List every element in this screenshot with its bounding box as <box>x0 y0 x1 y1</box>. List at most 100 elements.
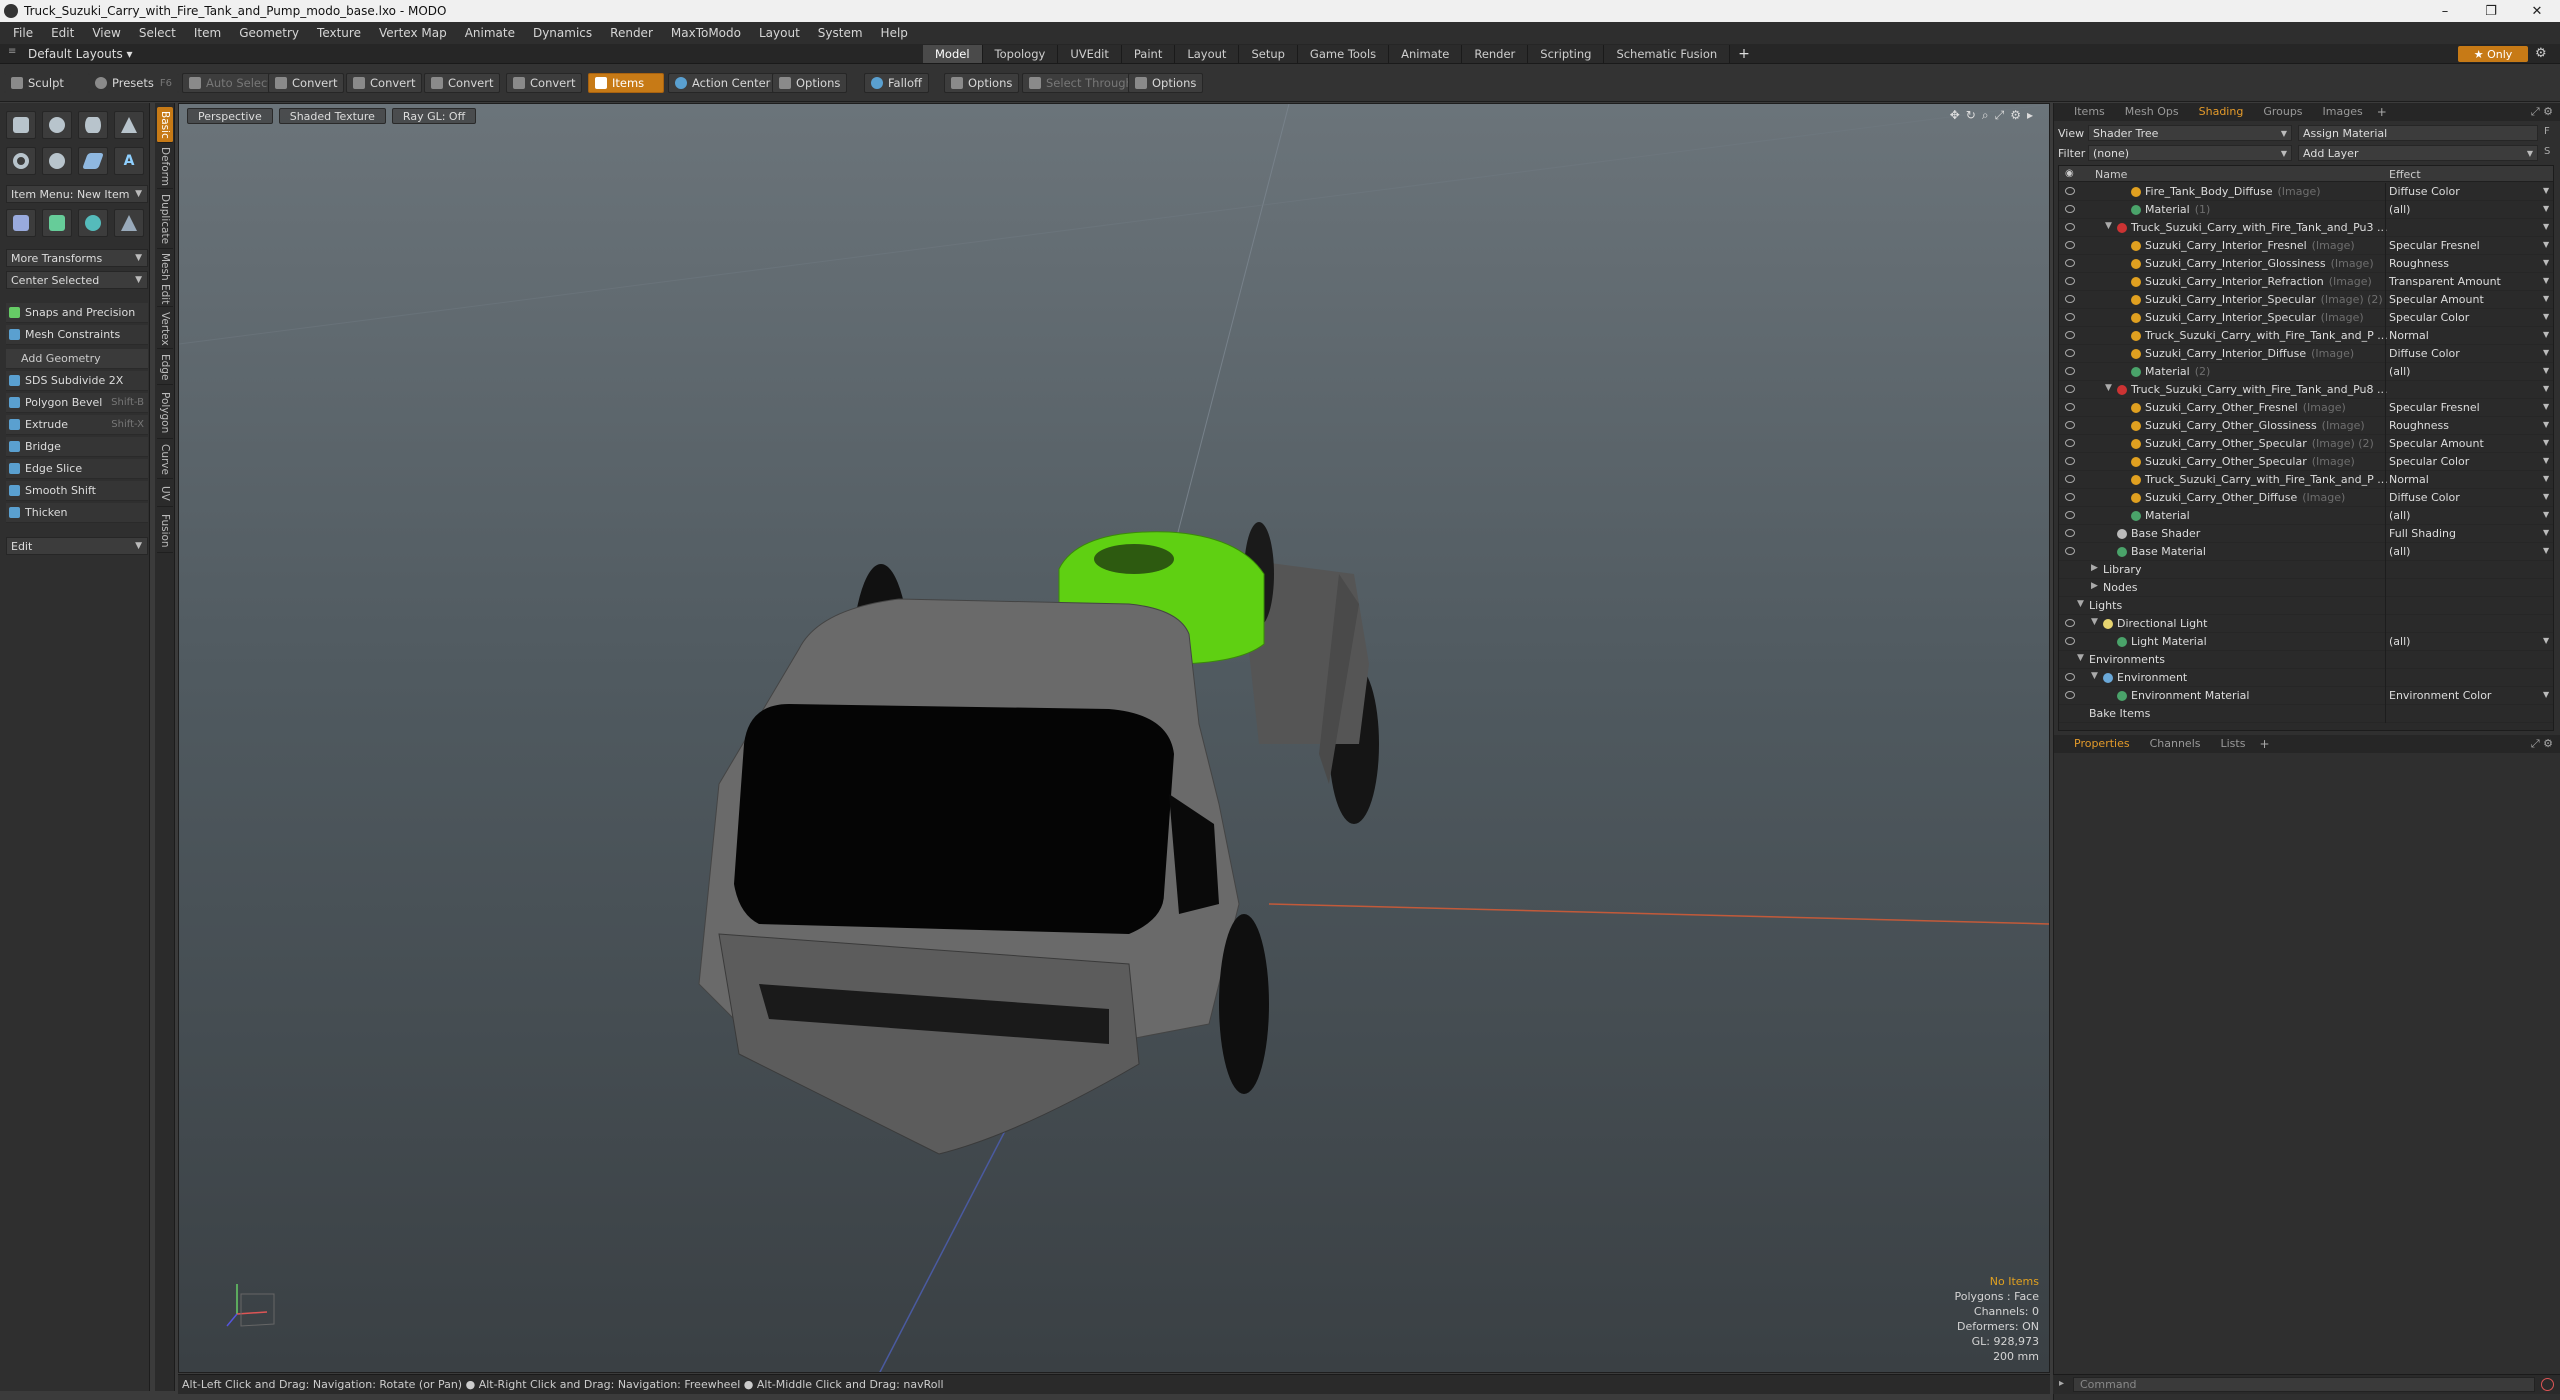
effect-chevron-down-icon[interactable]: ▼ <box>2543 690 2549 699</box>
snaps-and-precision-button[interactable]: Snaps and Precision <box>6 303 148 323</box>
effect-chevron-down-icon[interactable]: ▼ <box>2543 240 2549 249</box>
tool-edge-slice[interactable]: Edge Slice <box>6 459 148 479</box>
visibility-eye-icon[interactable] <box>2065 241 2075 249</box>
action-center-options-button[interactable]: Options <box>772 73 848 93</box>
add-layer-shortcut-icon[interactable]: S <box>2544 146 2550 157</box>
layer-effect[interactable]: Specular Color <box>2389 311 2539 324</box>
orbit-icon[interactable]: ↻ <box>1966 108 1976 123</box>
tab-game-tools[interactable]: Game Tools <box>1297 45 1390 63</box>
edit-dropdown[interactable]: Edit ▼ <box>6 537 148 555</box>
cylinder-icon[interactable] <box>78 111 108 139</box>
minimize-button[interactable]: – <box>2422 0 2468 22</box>
only-toggle-button[interactable]: ★ Only <box>2458 46 2528 62</box>
tab-shading[interactable]: Shading <box>2189 103 2254 121</box>
auto-select-button[interactable]: Auto Select <box>182 73 279 93</box>
menu-texture[interactable]: Texture <box>308 26 370 40</box>
menu-view[interactable]: View <box>83 26 129 40</box>
shader-tree-row[interactable]: ▼ Directional Light <box>2059 615 2553 633</box>
side-tab-duplicate[interactable]: Duplicate <box>157 191 173 249</box>
visibility-eye-icon[interactable] <box>2065 421 2075 429</box>
move-icon[interactable] <box>6 209 36 237</box>
shader-tree-row[interactable]: Suzuki_Carry_Other_Fresnel (Image) Specula… <box>2059 399 2553 417</box>
shader-tree-row[interactable]: Suzuki_Carry_Interior_Refraction (Image) T… <box>2059 273 2553 291</box>
menu-file[interactable]: File <box>4 26 42 40</box>
side-tab-basic[interactable]: Basic <box>157 107 173 143</box>
shader-tree-row[interactable]: ▶ Nodes <box>2059 579 2553 597</box>
effect-chevron-down-icon[interactable]: ▼ <box>2543 402 2549 411</box>
side-tab-deform[interactable]: Deform <box>157 145 173 189</box>
effect-chevron-down-icon[interactable]: ▼ <box>2543 348 2549 357</box>
more-transforms-dropdown[interactable]: More Transforms ▼ <box>6 249 148 267</box>
tab-channels[interactable]: Channels <box>2140 735 2211 753</box>
menu-animate[interactable]: Animate <box>456 26 524 40</box>
visibility-eye-icon[interactable] <box>2065 349 2075 357</box>
visibility-eye-icon[interactable] <box>2065 385 2075 393</box>
effect-chevron-down-icon[interactable]: ▼ <box>2543 492 2549 501</box>
side-tab-curve[interactable]: Curve <box>157 441 173 479</box>
visibility-eye-icon[interactable] <box>2065 673 2075 681</box>
sphere-icon[interactable] <box>42 111 72 139</box>
add-layer-dropdown[interactable]: Add Layer ▼ <box>2298 145 2538 161</box>
shader-tree-row[interactable]: Suzuki_Carry_Interior_Glossiness (Image) R… <box>2059 255 2553 273</box>
layer-effect[interactable]: (all) <box>2389 509 2539 522</box>
expand-down-icon[interactable]: ▼ <box>2091 671 2098 681</box>
shader-tree-row[interactable]: Light Material (all) ▼ <box>2059 633 2553 651</box>
visibility-eye-icon[interactable] <box>2065 619 2075 627</box>
menu-help[interactable]: Help <box>872 26 917 40</box>
effect-chevron-down-icon[interactable]: ▼ <box>2543 222 2549 231</box>
expand-right-icon[interactable]: ▶ <box>2091 581 2098 591</box>
shader-tree-row[interactable]: Suzuki_Carry_Other_Specular (Image) Specul… <box>2059 453 2553 471</box>
visibility-eye-icon[interactable] <box>2065 475 2075 483</box>
shader-tree-row[interactable]: Suzuki_Carry_Other_Specular (Image) (2) Sp… <box>2059 435 2553 453</box>
falloff-options-button[interactable]: Options <box>944 73 1020 93</box>
menu-system[interactable]: System <box>809 26 872 40</box>
visibility-eye-icon[interactable] <box>2065 529 2075 537</box>
shader-tree-row[interactable]: Environment Material Environment Color ▼ <box>2059 687 2553 705</box>
effect-chevron-down-icon[interactable]: ▼ <box>2543 438 2549 447</box>
menu-vertex-map[interactable]: Vertex Map <box>370 26 456 40</box>
visibility-eye-icon[interactable] <box>2065 187 2075 195</box>
layer-effect[interactable]: Specular Fresnel <box>2389 239 2539 252</box>
shader-tree-row[interactable]: ▼ Truck_Suzuki_Carry_with_Fire_Tank_and_P… <box>2059 381 2553 399</box>
visibility-eye-icon[interactable] <box>2065 277 2075 285</box>
cube-icon[interactable] <box>6 111 36 139</box>
add-tab-icon[interactable]: + <box>2377 105 2387 119</box>
gear-icon[interactable]: ⚙ <box>2535 46 2547 61</box>
shader-tree-row[interactable]: ▼ Lights <box>2059 597 2553 615</box>
shader-tree-row[interactable]: ▼ Truck_Suzuki_Carry_with_Fire_Tank_and_P… <box>2059 219 2553 237</box>
tab-items[interactable]: Items <box>2064 103 2115 121</box>
tab-layout[interactable]: Layout <box>1175 45 1240 63</box>
visibility-eye-icon[interactable] <box>2065 493 2075 501</box>
torus-icon[interactable] <box>6 147 36 175</box>
maximize-button[interactable]: ❐ <box>2468 0 2514 22</box>
side-tab-polygon[interactable]: Polygon <box>157 387 173 439</box>
shader-tree-row[interactable]: Suzuki_Carry_Interior_Specular (Image) Spe… <box>2059 309 2553 327</box>
add-tab-button[interactable]: + <box>1730 45 1758 63</box>
effect-chevron-down-icon[interactable]: ▼ <box>2543 384 2549 393</box>
effect-chevron-down-icon[interactable]: ▼ <box>2543 312 2549 321</box>
expand-down-icon[interactable]: ▼ <box>2077 599 2084 609</box>
tool-sds-subdivide[interactable]: SDS Subdivide 2X <box>6 371 148 391</box>
menu-item[interactable]: Item <box>185 26 230 40</box>
visibility-eye-icon[interactable] <box>2065 403 2075 411</box>
visibility-eye-icon[interactable] <box>2065 547 2075 555</box>
layer-effect[interactable]: Normal <box>2389 473 2539 486</box>
shader-tree-row[interactable]: Material (2) (all) ▼ <box>2059 363 2553 381</box>
visibility-eye-icon[interactable] <box>2065 637 2075 645</box>
layer-effect[interactable]: Normal <box>2389 329 2539 342</box>
shader-tree-row[interactable]: Base Shader Full Shading ▼ <box>2059 525 2553 543</box>
falloff-button[interactable]: Falloff <box>864 73 929 93</box>
shader-tree-row[interactable]: Bake Items <box>2059 705 2553 723</box>
convert-vertices-button[interactable]: Convert <box>268 73 345 93</box>
viewport-gear-icon[interactable]: ⚙ <box>2010 108 2021 123</box>
shader-tree-row[interactable]: Suzuki_Carry_Other_Diffuse (Image) Diffuse… <box>2059 489 2553 507</box>
zoom-icon[interactable]: ⌕ <box>1982 108 1989 123</box>
tab-topology[interactable]: Topology <box>982 45 1059 63</box>
sculpt-button[interactable]: Sculpt <box>4 73 71 93</box>
layer-effect[interactable]: Transparent Amount <box>2389 275 2539 288</box>
tab-render[interactable]: Render <box>1462 45 1529 63</box>
effect-chevron-down-icon[interactable]: ▼ <box>2543 546 2549 555</box>
expand-down-icon[interactable]: ▼ <box>2077 653 2084 663</box>
shader-tree-row[interactable]: Fire_Tank_Body_Diffuse (Image) Diffuse Col… <box>2059 183 2553 201</box>
convert-polygons-button[interactable]: Convert <box>424 73 501 93</box>
